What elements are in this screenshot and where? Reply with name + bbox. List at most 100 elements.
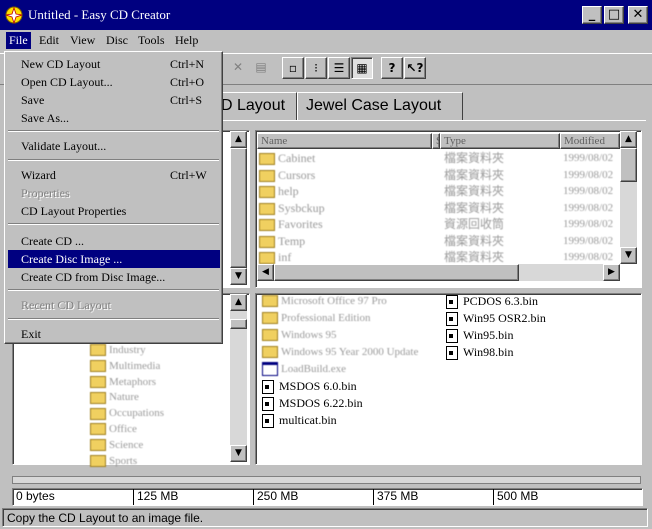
tree-item[interactable]: Science <box>90 437 143 453</box>
tree-item[interactable]: Nature <box>90 389 139 405</box>
menu-bar: File Edit View Disc Tools Help <box>0 30 652 51</box>
folder-icon <box>259 235 275 248</box>
app-icon[interactable] <box>5 6 23 25</box>
capacity-tick: 375 MB <box>373 489 418 505</box>
tab-jewel-case-layout[interactable]: Jewel Case Layout <box>297 92 463 120</box>
tree-item[interactable]: Industry <box>90 342 146 358</box>
tree-item-label: Industry <box>109 344 146 356</box>
menu-view[interactable]: View <box>70 33 95 48</box>
cd-file-item[interactable]: Win95.bin <box>446 327 514 344</box>
details-view-icon[interactable]: ▦ <box>351 57 373 79</box>
explorer-row-name[interactable]: help <box>259 183 299 199</box>
cd-file-item[interactable]: PCDOS 6.3.bin <box>446 293 539 310</box>
menu-item-label: Wizard <box>21 168 56 182</box>
scroll-right-button[interactable]: ▶ <box>603 264 620 281</box>
cd-file-item[interactable]: Windows 95 Year 2000 Update <box>262 344 418 360</box>
menu-separator <box>8 130 219 132</box>
large-icons-view-icon[interactable]: ▫ <box>282 57 304 79</box>
cd-file-item[interactable]: Win98.bin <box>446 344 514 361</box>
file-icon <box>262 414 274 429</box>
scroll-up-button[interactable]: ▲ <box>230 131 247 148</box>
scroll-up-button[interactable]: ▲ <box>230 294 247 311</box>
help-icon[interactable]: ? <box>381 57 403 79</box>
explorer-row-date: 1999/08/02 <box>563 168 614 181</box>
scroll-up-button[interactable]: ▲ <box>620 131 637 148</box>
menu-tools[interactable]: Tools <box>138 33 165 48</box>
menu-item-cd-layout-properties[interactable]: CD Layout Properties <box>8 202 220 220</box>
menu-item-save[interactable]: Save Ctrl+S <box>8 91 220 109</box>
scroll-thumb[interactable] <box>230 319 247 329</box>
cd-file-item[interactable]: MSDOS 6.0.bin <box>262 378 357 395</box>
menu-item-create-disc-image[interactable]: Create Disc Image ... <box>8 250 220 268</box>
menu-disc[interactable]: Disc <box>106 33 128 48</box>
maximize-button[interactable]: □ <box>604 6 624 24</box>
folder-icon <box>90 391 106 404</box>
file-icon <box>446 329 458 344</box>
cd-file-label: MSDOS 6.0.bin <box>279 379 357 393</box>
cd-file-item[interactable]: LoadBuild.exe <box>262 361 346 377</box>
explorer-hscrollbar[interactable]: ◀ ▶ <box>257 264 620 281</box>
cd-file-item[interactable]: MSDOS 6.22.bin <box>262 395 363 412</box>
menu-item-new-cd-layout[interactable]: New CD Layout Ctrl+N <box>8 55 220 73</box>
cd-file-label: Windows 95 <box>281 329 337 341</box>
menu-item-create-cd-from-disc-image[interactable]: Create CD from Disc Image... <box>8 268 220 286</box>
explorer-row-name[interactable]: Cursors <box>259 167 315 183</box>
cd-file-label: Win95.bin <box>463 328 514 342</box>
menu-edit[interactable]: Edit <box>39 33 59 48</box>
explorer-vscrollbar[interactable]: ▲ ▼ <box>620 131 637 264</box>
menu-separator <box>8 159 219 161</box>
menu-help[interactable]: Help <box>175 33 198 48</box>
explorer-row-name[interactable]: Temp <box>259 233 305 249</box>
tab-cd-layout[interactable]: D Layout <box>212 92 297 120</box>
scroll-down-button[interactable]: ▼ <box>230 445 247 462</box>
menu-file[interactable]: File <box>6 32 31 49</box>
tree-item[interactable]: Metaphors <box>90 374 156 390</box>
folder-tree-scrollbar[interactable]: ▲ ▼ <box>230 131 247 285</box>
scroll-left-button[interactable]: ◀ <box>257 264 274 281</box>
folder-icon <box>90 423 106 436</box>
scroll-thumb[interactable] <box>274 264 519 281</box>
menu-item-save-as[interactable]: Save As... <box>8 109 220 127</box>
small-icons-view-icon[interactable]: ⁝ <box>305 57 327 79</box>
cd-file-item[interactable]: Win95 OSR2.bin <box>446 310 546 327</box>
list-view-icon[interactable]: ☰ <box>328 57 350 79</box>
cd-file-item[interactable]: Professional Edition <box>262 310 371 326</box>
application-icon <box>262 362 278 377</box>
close-button[interactable]: ✕ <box>628 6 648 24</box>
menu-item-wizard[interactable]: Wizard Ctrl+W <box>8 166 220 184</box>
tree-item[interactable]: Office <box>90 421 137 437</box>
minimize-button[interactable]: _ <box>582 6 602 24</box>
explorer-row-name[interactable]: Cabinet <box>259 150 315 166</box>
cd-layout-tree-scrollbar[interactable]: ▲ ▼ <box>230 294 247 462</box>
column-header-size[interactable]: Size <box>432 133 440 149</box>
menu-item-recent-cd-layout: Recent CD Layout <box>8 296 220 314</box>
column-header-name[interactable]: Name <box>257 133 432 149</box>
cd-file-item[interactable]: Microsoft Office 97 Pro <box>262 293 387 309</box>
menu-item-create-cd[interactable]: Create CD ... <box>8 232 220 250</box>
menu-item-open-cd-layout[interactable]: Open CD Layout... Ctrl+O <box>8 73 220 91</box>
tree-item[interactable]: Occupations <box>90 405 164 421</box>
menu-item-label: Recent CD Layout <box>21 298 111 312</box>
explorer-row-name[interactable]: inf <box>259 249 291 265</box>
menu-item-validate-layout[interactable]: Validate Layout... <box>8 137 220 155</box>
cd-file-label: PCDOS 6.3.bin <box>463 294 539 308</box>
scroll-thumb[interactable] <box>620 148 637 182</box>
delete-icon[interactable]: ✕ <box>227 57 249 79</box>
tree-item[interactable]: Multimedia <box>90 358 160 374</box>
cd-file-item[interactable]: Windows 95 <box>262 327 336 343</box>
folder-icon <box>259 169 275 182</box>
properties-icon[interactable]: ▤ <box>250 57 272 79</box>
explorer-row-name[interactable]: Favorites <box>259 216 323 232</box>
context-help-icon[interactable]: ↖? <box>404 57 426 79</box>
scroll-thumb[interactable] <box>230 148 247 268</box>
scroll-down-button[interactable]: ▼ <box>230 268 247 285</box>
explorer-row-type: 檔案資料夾 <box>444 200 505 215</box>
column-header-type[interactable]: Type <box>440 133 560 149</box>
column-header-modified[interactable]: Modified <box>560 133 620 149</box>
tree-item[interactable]: Sports <box>90 453 137 469</box>
menu-item-exit[interactable]: Exit <box>8 325 220 343</box>
menu-item-label: New CD Layout <box>21 57 101 71</box>
cd-file-item[interactable]: multicat.bin <box>262 412 337 429</box>
explorer-row-name[interactable]: Sysbckup <box>259 200 325 216</box>
scroll-down-button[interactable]: ▼ <box>620 247 637 264</box>
